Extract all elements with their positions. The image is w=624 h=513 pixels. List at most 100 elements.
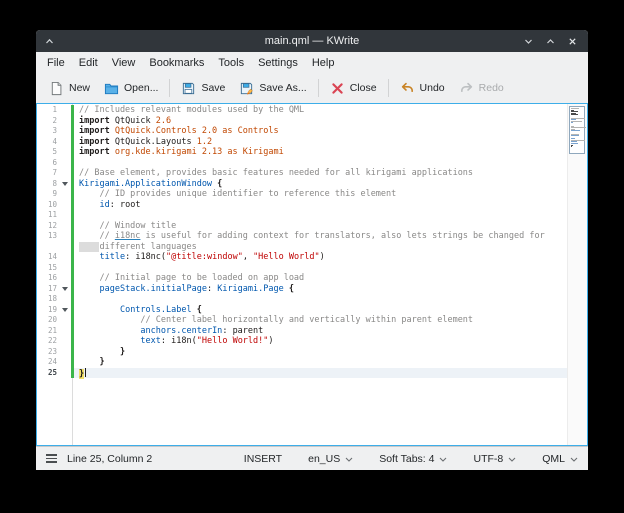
code-text: }: [74, 368, 567, 379]
code-row[interactable]: 7// Base element, provides basic feature…: [37, 168, 567, 179]
line-number: 25: [37, 368, 59, 379]
statusbar-menu-icon[interactable]: [46, 454, 57, 463]
code-row[interactable]: 10 id: root: [37, 200, 567, 211]
code-row[interactable]: 15: [37, 263, 567, 274]
code-row[interactable]: 17 pageStack.initialPage: Kirigami.Page …: [37, 284, 567, 295]
toolbar-separator: [169, 79, 170, 97]
code-text: // i18nc is useful for adding context fo…: [74, 231, 567, 242]
code-row[interactable]: 23 }: [37, 347, 567, 358]
scrollbar-minimap[interactable]: [567, 104, 587, 445]
line-number: 11: [37, 210, 59, 221]
fold-column: [59, 252, 71, 263]
code-row[interactable]: 14 title: i18nc("@title:window", "Hello …: [37, 252, 567, 263]
toolbar-separator: [318, 79, 319, 97]
code-row[interactable]: 25}: [37, 368, 567, 379]
statusbar: Line 25, Column 2 INSERT en_US Soft Tabs: …: [36, 446, 588, 470]
code-text: // Initial page to be loaded on app load: [74, 273, 567, 284]
toolbar-button-new[interactable]: New: [42, 77, 97, 100]
fold-column: [59, 315, 71, 326]
code-row[interactable]: 12 // Window title: [37, 221, 567, 232]
minimize-icon[interactable]: [521, 34, 535, 48]
line-number: 24: [37, 357, 59, 368]
code-row[interactable]: 3import QtQuick.Controls 2.0 as Controls: [37, 126, 567, 137]
maximize-icon[interactable]: [543, 34, 557, 48]
code-row[interactable]: 13 // i18nc is useful for adding context…: [37, 231, 567, 242]
code-text: pageStack.initialPage: Kirigami.Page {: [74, 284, 567, 295]
status-label: en_US: [308, 453, 340, 465]
document-close-icon: [330, 81, 345, 96]
menu-view[interactable]: View: [105, 54, 143, 72]
menu-tools[interactable]: Tools: [211, 54, 251, 72]
titlebar-app-icon[interactable]: [44, 36, 55, 47]
code-row[interactable]: 5import org.kde.kirigami 2.13 as Kirigam…: [37, 147, 567, 158]
toolbar-separator: [388, 79, 389, 97]
fold-column: [59, 368, 71, 379]
toolbar-button-save-as[interactable]: Save As...: [232, 77, 313, 100]
menu-bookmarks[interactable]: Bookmarks: [142, 54, 211, 72]
code-text: [74, 210, 567, 221]
code-row[interactable]: 9 // ID provides unique identifier to re…: [37, 189, 567, 200]
toolbar-button-close[interactable]: Close: [323, 77, 384, 100]
code-row[interactable]: 19 Controls.Label {: [37, 305, 567, 316]
code-row[interactable]: 4import QtQuick.Layouts 1.2: [37, 137, 567, 148]
code-row[interactable]: 1 // Includes relevant modules used by th…: [37, 105, 567, 116]
status-qml[interactable]: QML: [542, 453, 578, 465]
line-number: 9: [37, 189, 59, 200]
menu-settings[interactable]: Settings: [251, 54, 305, 72]
code-text: import QtQuick.Controls 2.0 as Controls: [74, 126, 567, 137]
status-soft-tabs-4[interactable]: Soft Tabs: 4: [379, 453, 447, 465]
code-row[interactable]: 24 }: [37, 357, 567, 368]
code-row[interactable]: 21 anchors.centerIn: parent: [37, 326, 567, 337]
menu-help[interactable]: Help: [305, 54, 342, 72]
code-row[interactable]: 11: [37, 210, 567, 221]
menu-edit[interactable]: Edit: [72, 54, 105, 72]
code-text: // ID provides unique identifier to refe…: [74, 189, 567, 200]
fold-column: [59, 147, 71, 158]
fold-column: [59, 263, 71, 274]
code-row[interactable]: 6: [37, 158, 567, 169]
status-utf-8[interactable]: UTF-8: [473, 453, 516, 465]
fold-column: [59, 210, 71, 221]
fold-column: [59, 116, 71, 127]
code-row[interactable]: 8Kirigami.ApplicationWindow {: [37, 179, 567, 190]
line-number: 1: [37, 105, 59, 116]
line-number: 4: [37, 137, 59, 148]
fold-marker-icon[interactable]: [59, 179, 71, 190]
code-text: // Includes relevant modules used by the…: [74, 105, 567, 116]
line-number: 6: [37, 158, 59, 169]
cursor-position[interactable]: Line 25, Column 2: [67, 453, 152, 465]
close-icon[interactable]: [565, 34, 579, 48]
code-text: [74, 294, 567, 305]
toolbar-button-save[interactable]: Save: [174, 77, 232, 100]
line-number: 8: [37, 179, 59, 190]
fold-column: [59, 347, 71, 358]
editor-view[interactable]: 1 // Includes relevant modules used by th…: [36, 103, 588, 446]
status-en-us[interactable]: en_US: [308, 453, 353, 465]
titlebar[interactable]: main.qml — KWrite: [36, 30, 588, 52]
toolbar-button-open[interactable]: Open...: [97, 77, 165, 100]
line-number: 16: [37, 273, 59, 284]
code-row[interactable]: 2import QtQuick 2.6: [37, 116, 567, 127]
fold-marker-icon[interactable]: [59, 305, 71, 316]
toolbar-button-label: Close: [350, 82, 377, 94]
fold-marker-icon[interactable]: [59, 284, 71, 295]
code-row[interactable]: 22 text: i18n("Hello World!"): [37, 336, 567, 347]
code-row[interactable]: 16 // Initial page to be loaded on app l…: [37, 273, 567, 284]
chevron-down-icon: [439, 453, 447, 465]
line-number: 20: [37, 315, 59, 326]
minimap-viewport[interactable]: [569, 106, 585, 154]
code-text: // Center label horizontally and vertica…: [74, 315, 567, 326]
chevron-down-icon: [345, 453, 353, 465]
toolbar-button-undo[interactable]: Undo: [393, 77, 452, 100]
code-row[interactable]: 18: [37, 294, 567, 305]
line-number: 10: [37, 200, 59, 211]
status-insert[interactable]: INSERT: [244, 453, 282, 465]
menubar: FileEditViewBookmarksToolsSettingsHelp: [36, 52, 588, 73]
fold-column: [59, 137, 71, 148]
line-number: 14: [37, 252, 59, 263]
toolbar-button-label: Undo: [420, 82, 445, 94]
fold-column: [59, 357, 71, 368]
menu-file[interactable]: File: [40, 54, 72, 72]
code-row[interactable]: 20 // Center label horizontally and vert…: [37, 315, 567, 326]
code-row[interactable]: different languages: [37, 242, 567, 253]
